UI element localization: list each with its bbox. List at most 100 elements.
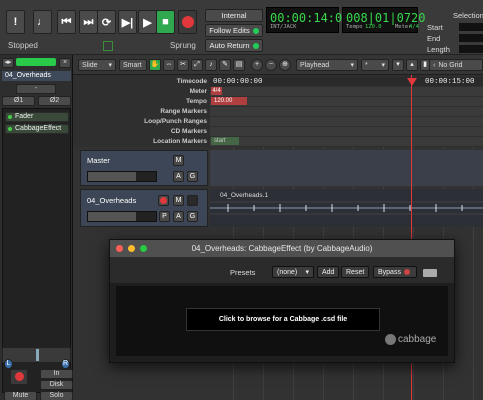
cabbage-logo: cabbage bbox=[385, 334, 436, 345]
expand-tracks-icon[interactable]: ▴ bbox=[406, 59, 418, 71]
follow-edits-button[interactable]: Follow Edits bbox=[205, 24, 263, 37]
monitor-disk-button[interactable]: Disk bbox=[40, 380, 73, 390]
grab-tool-icon[interactable]: ✋ bbox=[149, 59, 161, 71]
transport-bar: ! ♩ ⏮ ⏭ ⟳ ▶| ▶ ■ Stopped Sprung Internal… bbox=[0, 0, 483, 55]
secondary-clock[interactable]: 008|01|0720 Tempo 120.0 Meter 4/4 bbox=[342, 7, 425, 33]
input-button[interactable] bbox=[16, 58, 56, 66]
zoom-session-icon[interactable]: ⊕ bbox=[279, 59, 291, 71]
plugin-title: 04_Overheads: CabbageEffect (by CabbageA… bbox=[191, 244, 373, 253]
track-gain-fader[interactable] bbox=[87, 211, 157, 222]
visible-tracks-select[interactable]: * ▾ bbox=[361, 59, 389, 71]
selection-length-label: Length bbox=[427, 45, 450, 54]
editor-mixer-strip: ◂▸ × 04_Overheads - Ø1 Ø2 Fader CabbageE… bbox=[0, 55, 73, 400]
bypass-led bbox=[403, 269, 410, 275]
master-lane[interactable] bbox=[210, 150, 483, 186]
preset-select[interactable]: (none) ▾ bbox=[272, 266, 314, 278]
monitor-input-button[interactable]: In bbox=[40, 369, 73, 379]
close-icon[interactable] bbox=[116, 245, 123, 252]
auto-return-button[interactable]: Auto Return bbox=[205, 39, 263, 52]
loop-ruler[interactable] bbox=[210, 117, 483, 126]
selection-length-value[interactable] bbox=[459, 45, 483, 53]
goto-start-button[interactable]: ⏮ bbox=[57, 10, 76, 34]
meter-marker[interactable]: 4/4 bbox=[211, 87, 222, 95]
cd-ruler[interactable] bbox=[210, 127, 483, 136]
solo-button[interactable]: Solo bbox=[40, 391, 73, 400]
stop-button[interactable]: ■ bbox=[156, 10, 175, 34]
strip-name[interactable]: 04_Overheads bbox=[2, 71, 71, 81]
window-drag-icon[interactable] bbox=[423, 269, 437, 277]
zoom-out-icon[interactable]: − bbox=[265, 59, 277, 71]
grid-type-select[interactable]: ‹ No Grid bbox=[429, 59, 483, 71]
preset-reset-button[interactable]: Reset bbox=[341, 266, 370, 278]
edit-mode-label: Slide bbox=[82, 61, 98, 69]
track-mute-button[interactable]: M bbox=[173, 195, 184, 206]
audition-tool-icon[interactable]: ♪ bbox=[205, 59, 217, 71]
tempo-marker[interactable]: 120.00 bbox=[211, 97, 247, 105]
processor-led bbox=[8, 115, 12, 119]
play-range-button[interactable]: ▶| bbox=[118, 10, 137, 34]
meter-ruler[interactable] bbox=[210, 87, 483, 96]
track-automation-button[interactable]: A bbox=[173, 211, 184, 222]
selection-end-value[interactable] bbox=[459, 34, 483, 42]
status-stopped: Stopped bbox=[8, 41, 38, 50]
processor-label: Fader bbox=[15, 113, 34, 120]
record-icon bbox=[160, 197, 167, 204]
play-button[interactable]: ▶ bbox=[138, 10, 157, 34]
strip-width-button[interactable]: ◂▸ bbox=[2, 58, 14, 68]
alert-button[interactable]: ! bbox=[6, 10, 25, 34]
smart-mode-button[interactable]: Smart bbox=[119, 59, 147, 71]
location-ruler[interactable] bbox=[210, 137, 483, 146]
edit-mode-select[interactable]: Slide ▾ bbox=[78, 59, 116, 71]
metronome-button[interactable]: ♩ bbox=[33, 10, 52, 34]
region-name: 04_Overheads.1 bbox=[220, 192, 269, 199]
range-ruler[interactable] bbox=[210, 107, 483, 116]
track-mute-button[interactable]: M bbox=[173, 155, 184, 166]
processor-led bbox=[8, 127, 12, 131]
minimize-icon[interactable] bbox=[128, 245, 135, 252]
track-gain-fader[interactable] bbox=[87, 171, 157, 182]
primary-clock[interactable]: 00:00:14:05 INT/JACK bbox=[266, 7, 349, 33]
processor-cabbage[interactable]: CabbageEffect bbox=[5, 124, 69, 134]
maximize-icon[interactable] bbox=[140, 245, 147, 252]
track-group-button[interactable]: G bbox=[187, 211, 198, 222]
range-tool-icon[interactable]: ⇔ bbox=[163, 59, 175, 71]
phase-invert-2[interactable]: Ø2 bbox=[38, 96, 71, 106]
zoom-focus-select[interactable]: Playhead ▾ bbox=[296, 59, 358, 71]
strip-hide-button[interactable]: × bbox=[59, 58, 71, 68]
cut-tool-icon[interactable]: ✂ bbox=[177, 59, 189, 71]
browse-csd-button[interactable]: Click to browse for a Cabbage .csd file bbox=[186, 308, 380, 331]
bypass-button[interactable]: Bypass bbox=[373, 266, 417, 278]
loop-button[interactable]: ⟳ bbox=[97, 10, 116, 34]
track-automation-button[interactable]: A bbox=[173, 171, 184, 182]
track-record-button[interactable] bbox=[158, 195, 169, 206]
strip-record-button[interactable] bbox=[10, 369, 28, 385]
selection-start-value[interactable] bbox=[459, 23, 483, 31]
track-solo-button[interactable] bbox=[187, 195, 198, 206]
record-button[interactable] bbox=[178, 10, 197, 34]
input-select[interactable]: - bbox=[16, 84, 56, 94]
panner-handle[interactable] bbox=[36, 349, 39, 361]
stretch-tool-icon[interactable]: ⤢ bbox=[191, 59, 203, 71]
content-tool-icon[interactable]: ▤ bbox=[233, 59, 245, 71]
track-name: Master bbox=[87, 156, 110, 165]
draw-tool-icon[interactable]: ✎ bbox=[219, 59, 231, 71]
processor-fader[interactable]: Fader bbox=[5, 112, 69, 122]
phase-invert-1[interactable]: Ø1 bbox=[2, 96, 35, 106]
pan-right-label: R bbox=[61, 359, 70, 369]
plugin-titlebar[interactable]: 04_Overheads: CabbageEffect (by CabbageA… bbox=[110, 240, 454, 257]
selection-title: Selection bbox=[453, 11, 483, 20]
fader-fill bbox=[88, 212, 136, 221]
track-group-button[interactable]: G bbox=[187, 171, 198, 182]
playhead-marker-icon[interactable] bbox=[407, 78, 417, 86]
track-playlist-button[interactable]: P bbox=[159, 211, 170, 222]
start-marker[interactable]: start bbox=[211, 137, 239, 145]
goto-end-button[interactable]: ⏭ bbox=[79, 10, 98, 34]
track-header-master[interactable]: Master M A G bbox=[80, 150, 208, 186]
mute-button[interactable]: Mute bbox=[4, 391, 37, 400]
preset-add-button[interactable]: Add bbox=[317, 266, 340, 278]
tempo-ruler[interactable] bbox=[210, 97, 483, 106]
zoom-in-icon[interactable]: + bbox=[251, 59, 263, 71]
track-header-overheads[interactable]: 04_Overheads M P A G bbox=[80, 189, 208, 227]
shrink-tracks-icon[interactable]: ▾ bbox=[392, 59, 404, 71]
internal-button[interactable]: Internal bbox=[205, 9, 263, 22]
